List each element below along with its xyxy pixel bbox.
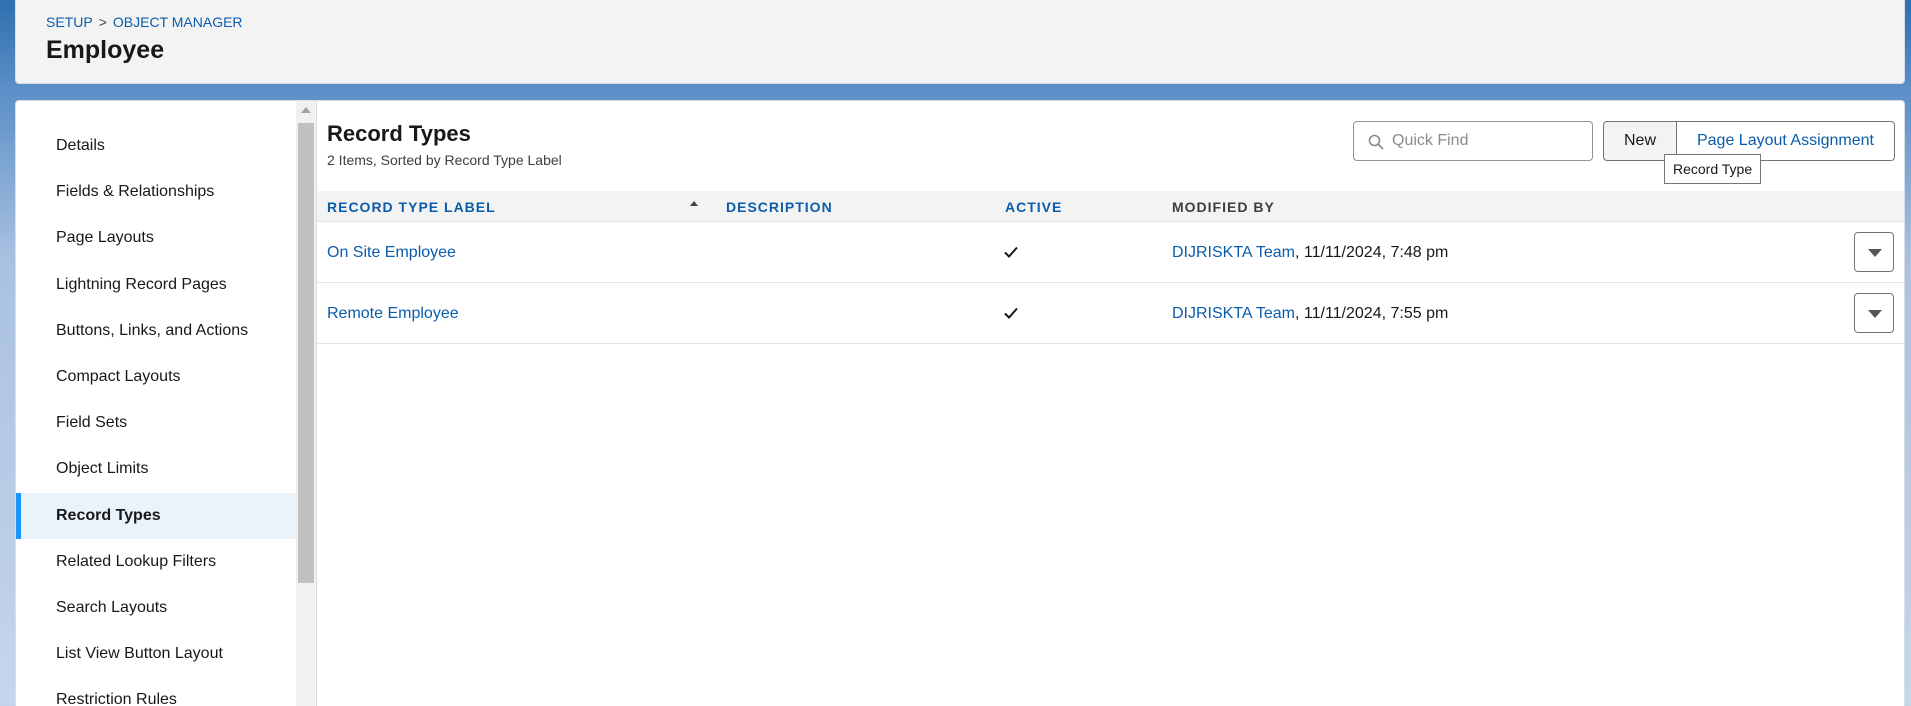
sidebar-scrollbar[interactable] xyxy=(296,101,316,706)
sidebar-item-label: Compact Layouts xyxy=(56,368,181,385)
sidebar-item-fields-relationships[interactable]: Fields & Relationships xyxy=(16,169,296,215)
page-header: SETUP > OBJECT MANAGER Employee xyxy=(15,0,1905,84)
sidebar-item-label: Field Sets xyxy=(56,414,128,432)
sidebar-item-buttons-links-actions[interactable]: Buttons, Links, and Actions xyxy=(16,308,296,354)
sidebar-item-lightning-record-pages[interactable]: Lightning Record Pages xyxy=(16,262,296,308)
sort-ascending-icon xyxy=(690,201,698,206)
quick-find-field[interactable] xyxy=(1353,121,1593,161)
modified-date: , 11/11/2024, 7:55 pm xyxy=(1295,305,1449,322)
modified-by-user-link[interactable]: DIJRISKTA Team xyxy=(1172,305,1295,322)
section-subtitle: 2 Items, Sorted by Record Type Label xyxy=(327,152,562,168)
table-row: Remote Employee DIJRISKTA Team, 11/11/20… xyxy=(317,283,1904,344)
sidebar-item-label: Object Limits xyxy=(56,460,149,478)
sidebar-item-label: Record Types xyxy=(56,506,161,524)
section-title: Record Types xyxy=(327,121,471,146)
sidebar-item-related-lookup-filters[interactable]: Related Lookup Filters xyxy=(16,539,296,585)
modified-by-user-link[interactable]: DIJRISKTA Team xyxy=(1172,244,1295,261)
column-header-description[interactable]: DESCRIPTION xyxy=(726,199,833,215)
row-actions-button[interactable] xyxy=(1854,293,1894,333)
column-header-record-type-label[interactable]: RECORD TYPE LABEL xyxy=(327,199,496,215)
sidebar-item-label: Fields & Relationships xyxy=(56,183,215,201)
sidebar-item-restriction-rules[interactable]: Restriction Rules xyxy=(16,677,296,706)
record-type-label-link[interactable]: On Site Employee xyxy=(327,244,456,262)
sidebar-item-compact-layouts[interactable]: Compact Layouts xyxy=(16,354,296,400)
checkmark-icon xyxy=(1004,246,1018,258)
breadcrumb-setup[interactable]: SETUP xyxy=(46,14,93,30)
chevron-down-icon xyxy=(1868,249,1882,257)
sidebar-item-label: Related Lookup Filters xyxy=(56,552,217,570)
sidebar-item-label: Page Layouts xyxy=(56,229,154,247)
scroll-up-arrow-icon[interactable] xyxy=(301,107,311,113)
table-header: RECORD TYPE LABEL DESCRIPTION ACTIVE MOD… xyxy=(317,191,1904,222)
scrollbar-thumb[interactable] xyxy=(298,123,314,583)
sidebar-item-label: Search Layouts xyxy=(56,599,168,616)
record-types-content: Record Types 2 Items, Sorted by Record T… xyxy=(317,101,1904,706)
sidebar-item-label: Buttons, Links, and Actions xyxy=(56,321,249,339)
search-icon xyxy=(1368,134,1384,150)
page-title: Employee xyxy=(46,36,165,64)
breadcrumb-object-manager[interactable]: OBJECT MANAGER xyxy=(113,14,243,30)
modified-date: , 11/11/2024, 7:48 pm xyxy=(1295,244,1449,261)
sidebar-item-details[interactable]: Details xyxy=(16,123,296,169)
row-actions-button[interactable] xyxy=(1854,232,1894,272)
column-header-modified-by: MODIFIED BY xyxy=(1172,199,1275,215)
modified-by-cell: DIJRISKTA Team, 11/11/2024, 7:48 pm xyxy=(1172,244,1448,262)
sidebar-item-label: List View Button Layout xyxy=(56,645,223,663)
modified-by-cell: DIJRISKTA Team, 11/11/2024, 7:55 pm xyxy=(1172,305,1448,323)
sidebar-item-field-sets[interactable]: Field Sets xyxy=(16,400,296,446)
sidebar-item-object-limits[interactable]: Object Limits xyxy=(16,446,296,492)
sidebar: Details Fields & Relationships Page Layo… xyxy=(16,101,296,706)
breadcrumb: SETUP > OBJECT MANAGER xyxy=(46,14,243,30)
sidebar-item-label: Restriction Rules xyxy=(56,691,177,706)
checkmark-icon xyxy=(1004,307,1018,319)
sidebar-item-label: Lightning Record Pages xyxy=(56,275,227,293)
tooltip: Record Type xyxy=(1664,154,1762,184)
breadcrumb-separator: > xyxy=(98,14,107,30)
sidebar-item-list-view-button-layout[interactable]: List View Button Layout xyxy=(16,631,296,677)
record-type-label-link[interactable]: Remote Employee xyxy=(327,305,459,323)
quick-find-input[interactable] xyxy=(1392,132,1582,150)
column-header-active[interactable]: ACTIVE xyxy=(1005,199,1062,215)
chevron-down-icon xyxy=(1868,310,1882,318)
record-types-table: RECORD TYPE LABEL DESCRIPTION ACTIVE MOD… xyxy=(317,191,1904,344)
table-row: On Site Employee DIJRISKTA Team, 11/11/2… xyxy=(317,222,1904,283)
main-panel: Details Fields & Relationships Page Layo… xyxy=(15,100,1905,706)
sidebar-item-record-types[interactable]: Record Types xyxy=(16,492,296,539)
sidebar-item-label: Details xyxy=(56,137,105,154)
sidebar-item-search-layouts[interactable]: Search Layouts xyxy=(16,585,296,631)
sidebar-item-page-layouts[interactable]: Page Layouts xyxy=(16,215,296,261)
